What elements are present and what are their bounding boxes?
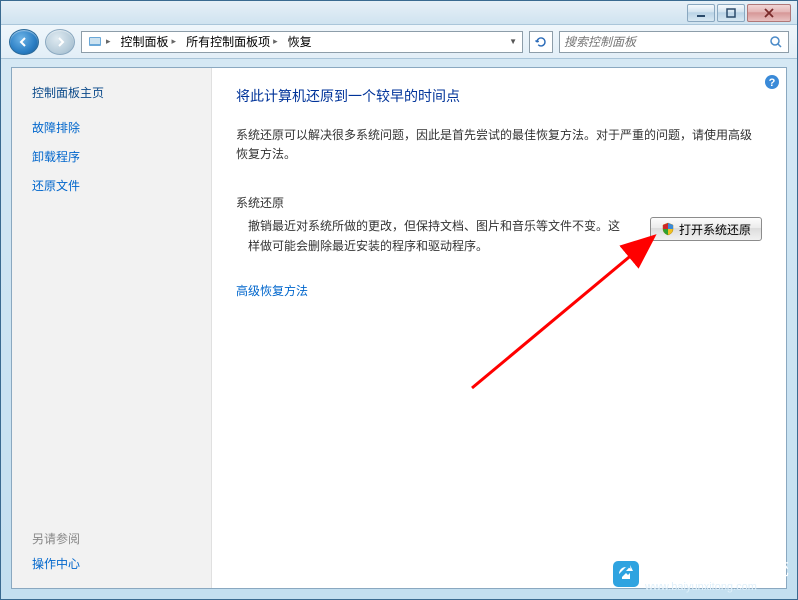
watermark-text-wrap: 白云一键重装系统 www.baiyunxitong.com [645,555,789,593]
watermark-site: www.baiyunxitong.com [645,581,789,593]
breadcrumb-root[interactable]: ▸ [84,34,114,50]
content-frame: ? 控制面板主页 故障排除 卸载程序 还原文件 另请参阅 操作中心 将此计算机还… [11,67,787,589]
page-title: 将此计算机还原到一个较早的时间点 [236,86,762,106]
section-label: 系统还原 [236,194,762,211]
breadcrumb-label: 所有控制面板项 [186,33,270,50]
breadcrumb-item-2[interactable]: 所有控制面板项 ▸ [183,33,281,50]
restore-description: 撤销最近对系统所做的更改，但保持文档、图片和音乐等文件不变。这样做可能会删除最近… [248,217,630,255]
watermark-logo-icon [613,561,639,587]
chevron-right-icon: ▸ [273,36,278,47]
breadcrumb-label: 控制面板 [121,33,169,50]
sidebar-home-link[interactable]: 控制面板主页 [32,84,191,101]
back-button[interactable] [9,29,39,55]
search-icon[interactable] [768,34,784,50]
close-icon [764,8,774,18]
page-description: 系统还原可以解决很多系统问题，因此是首先尝试的最佳恢复方法。对于严重的问题，请使… [236,126,762,164]
advanced-recovery-link[interactable]: 高级恢复方法 [236,282,762,299]
forward-arrow-icon [54,36,66,48]
search-input[interactable] [564,35,768,49]
breadcrumb-item-3[interactable]: 恢复 [285,33,315,50]
sidebar-link-uninstall[interactable]: 卸载程序 [32,148,191,165]
refresh-button[interactable] [529,31,553,53]
see-also-label: 另请参阅 [32,530,80,547]
address-bar[interactable]: ▸ 控制面板 ▸ 所有控制面板项 ▸ 恢复 ▼ [81,31,523,53]
minimize-icon [696,8,706,18]
watermark: 白云一键重装系统 www.baiyunxitong.com [613,555,789,593]
button-label: 打开系统还原 [679,221,751,238]
maximize-button[interactable] [717,4,745,22]
uac-shield-icon [661,222,675,236]
forward-button[interactable] [45,29,75,55]
open-system-restore-button[interactable]: 打开系统还原 [650,217,762,241]
breadcrumb-item-1[interactable]: 控制面板 ▸ [118,33,180,50]
minimize-button[interactable] [687,4,715,22]
chevron-right-icon: ▸ [106,36,111,47]
refresh-icon [534,35,548,49]
chevron-right-icon: ▸ [172,36,177,47]
main-content: 将此计算机还原到一个较早的时间点 系统还原可以解决很多系统问题，因此是首先尝试的… [212,68,786,588]
breadcrumb-label: 恢复 [288,33,312,50]
sidebar: 控制面板主页 故障排除 卸载程序 还原文件 另请参阅 操作中心 [12,68,212,588]
control-panel-icon [87,34,103,50]
window-root: ▸ 控制面板 ▸ 所有控制面板项 ▸ 恢复 ▼ [0,0,798,600]
navbar: ▸ 控制面板 ▸ 所有控制面板项 ▸ 恢复 ▼ [1,25,797,59]
see-also: 另请参阅 操作中心 [32,530,80,572]
watermark-text: 白云一键重装系统 [645,555,789,581]
sidebar-link-restore-files[interactable]: 还原文件 [32,177,191,194]
sidebar-link-troubleshoot[interactable]: 故障排除 [32,119,191,136]
see-also-action-center[interactable]: 操作中心 [32,555,80,572]
close-button[interactable] [747,4,791,22]
maximize-icon [726,8,736,18]
restore-row: 撤销最近对系统所做的更改，但保持文档、图片和音乐等文件不变。这样做可能会删除最近… [236,217,762,255]
back-arrow-icon [18,36,30,48]
address-dropdown-icon[interactable]: ▼ [509,37,520,46]
titlebar [1,1,797,25]
search-box[interactable] [559,31,789,53]
